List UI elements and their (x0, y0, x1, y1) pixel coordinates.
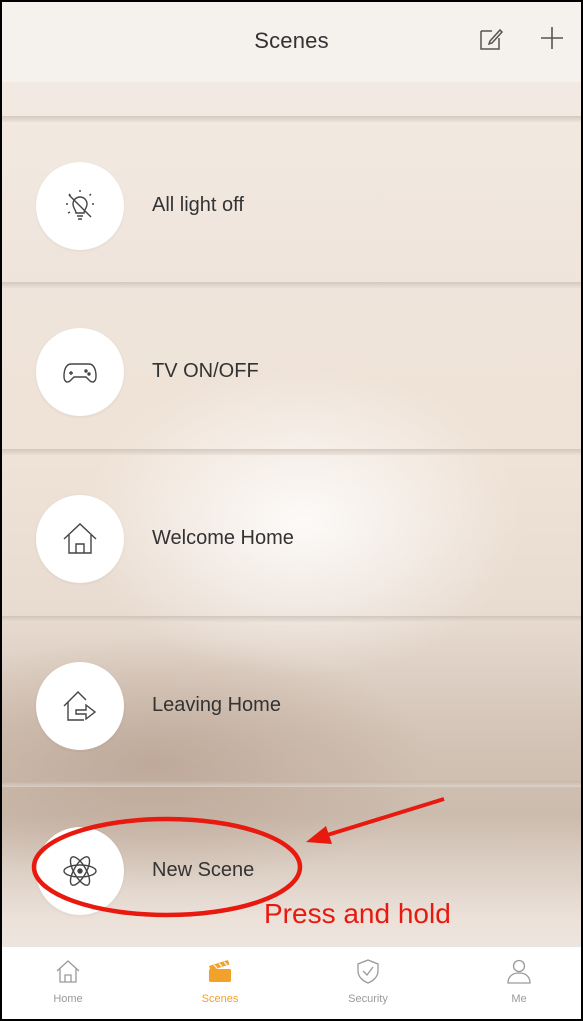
tab-home[interactable]: Home (28, 947, 108, 1019)
scene-icon-circle (36, 328, 124, 416)
light-off-icon (66, 190, 94, 220)
annotation-text: Press and hold (264, 898, 451, 929)
edit-icon[interactable] (478, 26, 504, 52)
scene-icon-circle (36, 495, 124, 583)
scene-icon-circle (36, 662, 124, 750)
add-icon[interactable] (538, 24, 566, 52)
scene-icon-circle (36, 827, 124, 915)
tab-label: Security (348, 993, 388, 1005)
person-icon (507, 959, 531, 984)
scene-row-leaving-home[interactable]: Leaving Home (2, 622, 581, 772)
tab-bar: Home Scenes Security Me (2, 946, 581, 1019)
scene-label: All light off (152, 194, 244, 216)
scene-label: Leaving Home (152, 694, 281, 716)
clapperboard-icon (209, 960, 231, 982)
scene-label: TV ON/OFF (152, 360, 259, 382)
scene-label: Welcome Home (152, 527, 294, 549)
tab-label: Scenes (201, 993, 239, 1005)
gamepad-icon (63, 363, 97, 383)
home-icon (63, 523, 97, 554)
scene-row-welcome-home[interactable]: Welcome Home (2, 455, 581, 605)
header-bar: Scenes (2, 2, 581, 82)
tab-label: Home (53, 993, 83, 1005)
scene-row-all-light-off[interactable]: All light off (2, 122, 581, 272)
leaving-home-icon (63, 691, 97, 721)
shield-icon (357, 959, 379, 984)
tab-label: Me (511, 993, 527, 1005)
phone-screen: Scenes All light off TV ON/OFF Welcome H… (0, 0, 583, 1021)
tab-security[interactable]: Security (328, 947, 408, 1019)
scene-label: New Scene (152, 859, 255, 881)
scene-icon-circle (36, 162, 124, 250)
home-tab-icon (56, 960, 80, 983)
tab-me[interactable]: Me (479, 947, 559, 1019)
atom-icon (63, 856, 97, 886)
tab-scenes[interactable]: Scenes (180, 947, 260, 1019)
scene-row-tv-on-off[interactable]: TV ON/OFF (2, 288, 581, 438)
